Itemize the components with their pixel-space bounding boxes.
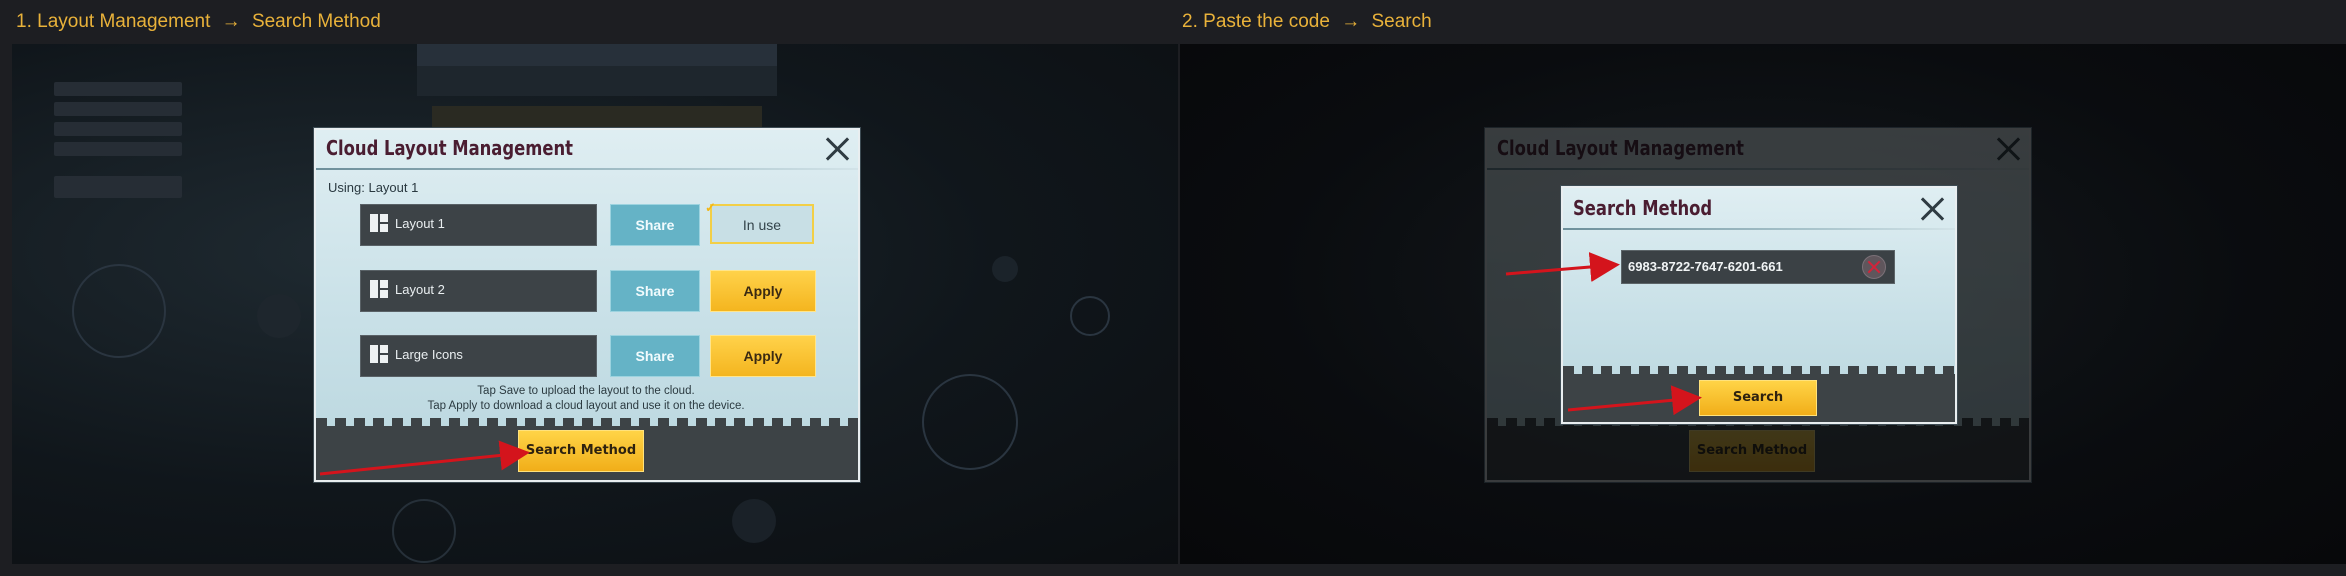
red-arrow-icon — [319, 440, 530, 476]
step-2-caption: 2. Paste the code → Search — [1182, 10, 1432, 34]
step-2-number: 2. — [1182, 11, 1198, 32]
step-1-to: Search Method — [251, 11, 381, 32]
arrow-right-icon: → — [221, 11, 241, 32]
step-2-to: Search — [1371, 11, 1432, 32]
step-1-from: Layout Management — [37, 11, 211, 32]
step-1-caption: 1. Layout Management → Search Method — [16, 10, 381, 34]
step-1-number: 1. — [16, 11, 32, 32]
screenshot-panel-1: Cloud Layout Management Using: Layout 1 … — [12, 44, 1178, 564]
step-2-from: Paste the code — [1203, 11, 1330, 32]
screenshot-panel-2: Cloud Layout Management Search Method Se… — [1180, 44, 2346, 564]
red-arrow-icon — [1505, 252, 1702, 416]
arrow-right-icon: → — [1341, 11, 1361, 32]
